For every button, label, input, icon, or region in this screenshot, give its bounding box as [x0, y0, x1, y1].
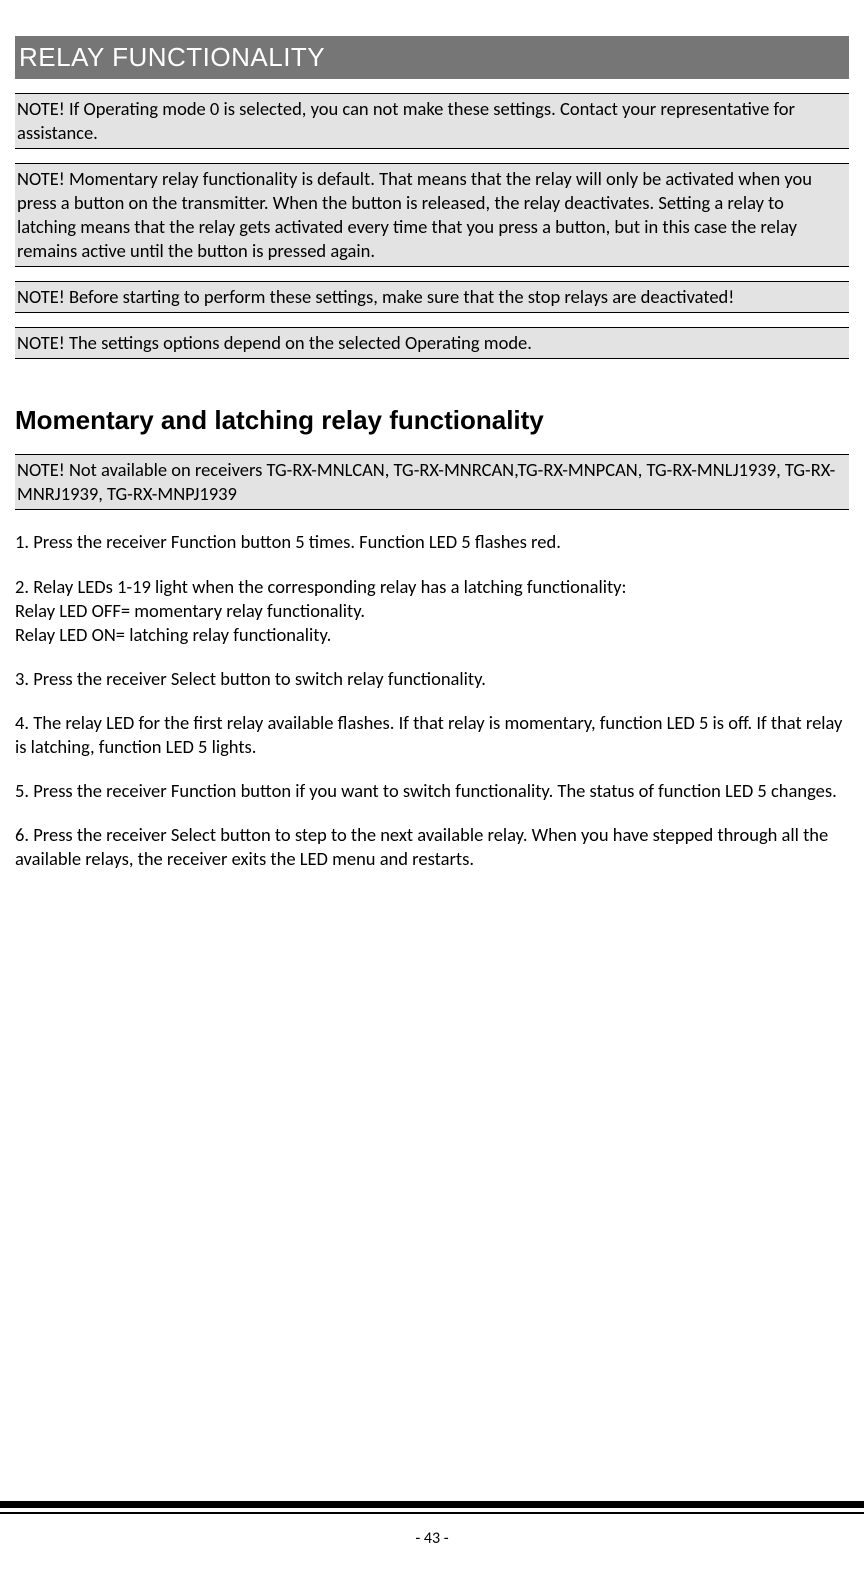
- step-6: 6. Press the receiver Select button to s…: [15, 823, 849, 871]
- step-4: 4. The relay LED for the first relay ava…: [15, 711, 849, 759]
- page-title-bar: RELAY FUNCTIONALITY: [15, 36, 849, 79]
- step-2: 2. Relay LEDs 1-19 light when the corres…: [15, 575, 849, 599]
- step-1: 1. Press the receiver Function button 5 …: [15, 530, 849, 554]
- step-5: 5. Press the receiver Function button if…: [15, 779, 849, 803]
- step-3: 3. Press the receiver Select button to s…: [15, 667, 849, 691]
- page-number: - 43 -: [0, 1529, 864, 1548]
- note-stop-relays: NOTE! Before starting to perform these s…: [15, 281, 849, 313]
- section-heading: Momentary and latching relay functionali…: [15, 405, 849, 436]
- footer-rule-thick: [0, 1501, 864, 1508]
- note-settings-depend: NOTE! The settings options depend on the…: [15, 327, 849, 359]
- note-operating-mode-0: NOTE! If Operating mode 0 is selected, y…: [15, 93, 849, 149]
- note-momentary-default: NOTE! Momentary relay functionality is d…: [15, 163, 849, 267]
- note-not-available: NOTE! Not available on receivers TG-RX-M…: [15, 454, 849, 510]
- footer-rule-thin: [0, 1512, 864, 1514]
- step-2-on: Relay LED ON= latching relay functionali…: [15, 623, 849, 647]
- step-2-off: Relay LED OFF= momentary relay functiona…: [15, 599, 849, 623]
